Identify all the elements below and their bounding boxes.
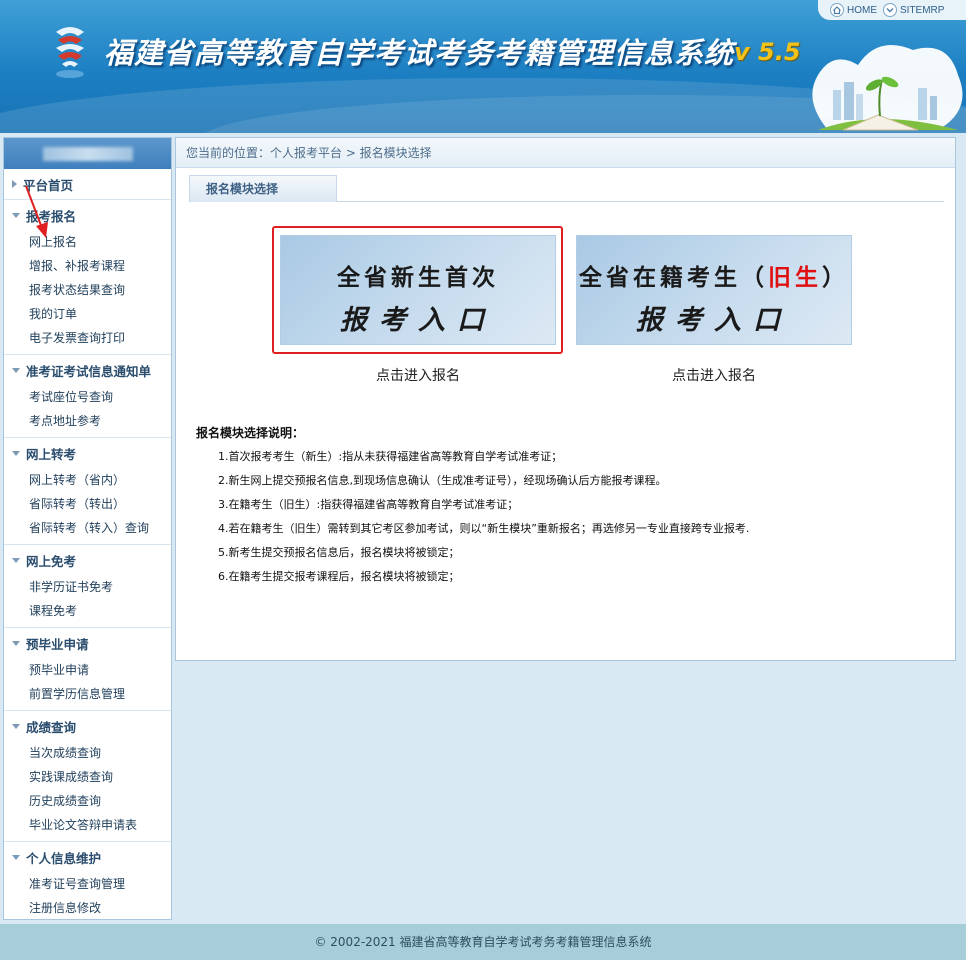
- sidebar-item-prior-education[interactable]: 前置学历信息管理: [4, 682, 171, 706]
- sidebar-item-my-orders[interactable]: 我的订单: [4, 302, 171, 326]
- tab-module-select[interactable]: 报名模块选择: [189, 175, 337, 202]
- sidebar-item-transfer-out[interactable]: 省际转考（转出）: [4, 492, 171, 516]
- sidebar-item-history-scores[interactable]: 历史成绩查询: [4, 789, 171, 813]
- system-title: 福建省高等教育自学考试考务考籍管理信息系统: [104, 36, 735, 70]
- sidebar: 平台首页 报考报名 网上报名 增报、补报考课程 报考状态结果查询 我的订单 电子…: [3, 137, 172, 920]
- menu-head-label: 成绩查询: [26, 719, 77, 735]
- instruction-item: 5.新考生提交预报名信息后，报名模块将被锁定；: [218, 546, 460, 559]
- home-icon: [830, 3, 844, 17]
- instruction-item: 3.在籍考生（旧生）:指获得福建省高等教育自学考试准考证；: [218, 498, 519, 511]
- menu-head-label: 预毕业申请: [26, 636, 89, 652]
- menu-group-pre-graduation: 预毕业申请 预毕业申请 前置学历信息管理: [4, 628, 171, 711]
- instruction-item: 4.若在籍考生（旧生）需转到其它考区参加考试，则以“新生模块”重新报名；再选修另…: [218, 522, 750, 535]
- sidebar-item-online-registration[interactable]: 网上报名: [4, 230, 171, 254]
- system-version: v 5.5: [734, 38, 801, 66]
- sidebar-item-transfer-in-province[interactable]: 网上转考（省内）: [4, 468, 171, 492]
- menu-head-registration[interactable]: 报考报名: [4, 200, 171, 230]
- triangle-right-icon: [12, 180, 17, 188]
- menu-group-exemption: 网上免考 非学历证书免考 课程免考: [4, 545, 171, 628]
- menu-head-exemption[interactable]: 网上免考: [4, 545, 171, 575]
- blurred-username: [42, 146, 133, 161]
- menu-head-label: 网上转考: [26, 446, 77, 462]
- entry-subtitle: 报考入口: [636, 305, 792, 336]
- menu-group-scores: 成绩查询 当次成绩查询 实践课成绩查询 历史成绩查询 毕业论文答辩申请表: [4, 711, 171, 842]
- footer: © 2002-2021 福建省高等教育自学考试考务考籍管理信息系统: [0, 924, 966, 960]
- sidebar-item-venue-address[interactable]: 考点地址参考: [4, 409, 171, 433]
- menu-head-transfer[interactable]: 网上转考: [4, 438, 171, 468]
- entry-title-part: 全省在籍考生（: [579, 264, 768, 291]
- instructions: 报名模块选择说明： 1.首次报考考生（新生）:指从未获得福建省高等教育自学考试准…: [196, 424, 936, 589]
- triangle-down-icon: [12, 367, 20, 373]
- sidebar-item-certificate-exemption[interactable]: 非学历证书免考: [4, 575, 171, 599]
- new-student-entry-button[interactable]: 全省新生首次 报考入口: [280, 235, 556, 345]
- sitemap-link[interactable]: SITEMRP: [883, 3, 944, 17]
- menu-group-admission: 准考证考试信息通知单 考试座位号查询 考点地址参考: [4, 355, 171, 438]
- sidebar-item-edit-registration[interactable]: 注册信息修改: [4, 896, 171, 919]
- entry-title: 全省在籍考生（旧生）: [577, 258, 851, 292]
- menu-head-scores[interactable]: 成绩查询: [4, 711, 171, 741]
- instruction-item: 6.在籍考生提交报考课程后，报名模块将被锁定；: [218, 570, 460, 583]
- sidebar-item-ticket-number[interactable]: 准考证号查询管理: [4, 872, 171, 896]
- entry-title-part: ）: [822, 264, 849, 291]
- sidebar-item-pre-graduation-apply[interactable]: 预毕业申请: [4, 658, 171, 682]
- user-name-bar: [4, 138, 171, 169]
- menu-head-label: 网上免考: [26, 553, 77, 569]
- menu-head-label: 平台首页: [23, 177, 74, 193]
- menu-group-registration: 报考报名 网上报名 增报、补报考课程 报考状态结果查询 我的订单 电子发票查询打…: [4, 200, 171, 355]
- home-label: HOME: [847, 4, 877, 16]
- menu-head-home[interactable]: 平台首页: [4, 169, 171, 199]
- sidebar-item-transfer-in-query[interactable]: 省际转考（转入）查询: [4, 516, 171, 540]
- menu-head-label: 准考证考试信息通知单: [26, 363, 152, 379]
- menu-head-label: 个人信息维护: [26, 850, 102, 866]
- sitemap-label: SITEMRP: [900, 4, 945, 16]
- triangle-down-icon: [12, 723, 20, 729]
- header-scene-illustration: [812, 45, 963, 131]
- old-student-entry-caption[interactable]: 点击进入报名: [576, 365, 852, 385]
- menu-head-label: 报考报名: [26, 208, 77, 224]
- sidebar-item-e-invoice[interactable]: 电子发票查询打印: [4, 326, 171, 350]
- top-nav: HOME SITEMRP: [818, 0, 966, 20]
- header-banner: 福建省高等教育自学考试考务考籍管理信息系统 v 5.5 HOME SITEMRP: [0, 0, 966, 133]
- new-student-entry-caption[interactable]: 点击进入报名: [280, 365, 556, 385]
- menu-head-pre-graduation[interactable]: 预毕业申请: [4, 628, 171, 658]
- menu-group-home: 平台首页: [4, 169, 171, 200]
- entry-subtitle: 报考入口: [340, 305, 496, 336]
- menu-head-admission[interactable]: 准考证考试信息通知单: [4, 355, 171, 385]
- entry-title-highlight: 旧生: [768, 264, 822, 291]
- sidebar-item-course-exemption[interactable]: 课程免考: [4, 599, 171, 623]
- old-student-entry-button[interactable]: 全省在籍考生（旧生） 报考入口: [576, 235, 852, 345]
- triangle-down-icon: [12, 212, 20, 218]
- sidebar-item-thesis-defense[interactable]: 毕业论文答辩申请表: [4, 813, 171, 837]
- sidebar-item-status-query[interactable]: 报考状态结果查询: [4, 278, 171, 302]
- triangle-down-icon: [12, 557, 20, 563]
- triangle-down-icon: [12, 450, 20, 456]
- instructions-title: 报名模块选择说明：: [196, 426, 305, 440]
- triangle-down-icon: [12, 854, 20, 860]
- triangle-down-icon: [12, 640, 20, 646]
- instruction-item: 1.首次报考考生（新生）:指从未获得福建省高等教育自学考试准考证；: [218, 450, 563, 463]
- tab-bar: 报名模块选择: [189, 175, 944, 202]
- home-link[interactable]: HOME: [830, 3, 877, 17]
- sidebar-item-seat-query[interactable]: 考试座位号查询: [4, 385, 171, 409]
- breadcrumb: 您当前的位置：个人报考平台 > 报名模块选择: [176, 138, 955, 168]
- menu-head-profile[interactable]: 个人信息维护: [4, 842, 171, 872]
- chevron-down-icon: [883, 3, 897, 17]
- sidebar-item-add-courses[interactable]: 增报、补报考课程: [4, 254, 171, 278]
- system-logo-icon: [56, 27, 84, 78]
- instruction-item: 2.新生网上提交预报名信息,到现场信息确认（生成准考证号），经现场确认后方能报考…: [218, 474, 667, 487]
- sidebar-item-current-scores[interactable]: 当次成绩查询: [4, 741, 171, 765]
- menu-group-profile: 个人信息维护 准考证号查询管理 注册信息修改 退出: [4, 842, 171, 919]
- sidebar-item-practice-scores[interactable]: 实践课成绩查询: [4, 765, 171, 789]
- main-content: 您当前的位置：个人报考平台 > 报名模块选择 报名模块选择 全省新生首次 报考入…: [175, 137, 956, 661]
- entry-title: 全省新生首次: [337, 264, 499, 291]
- menu-group-transfer: 网上转考 网上转考（省内） 省际转考（转出） 省际转考（转入）查询: [4, 438, 171, 545]
